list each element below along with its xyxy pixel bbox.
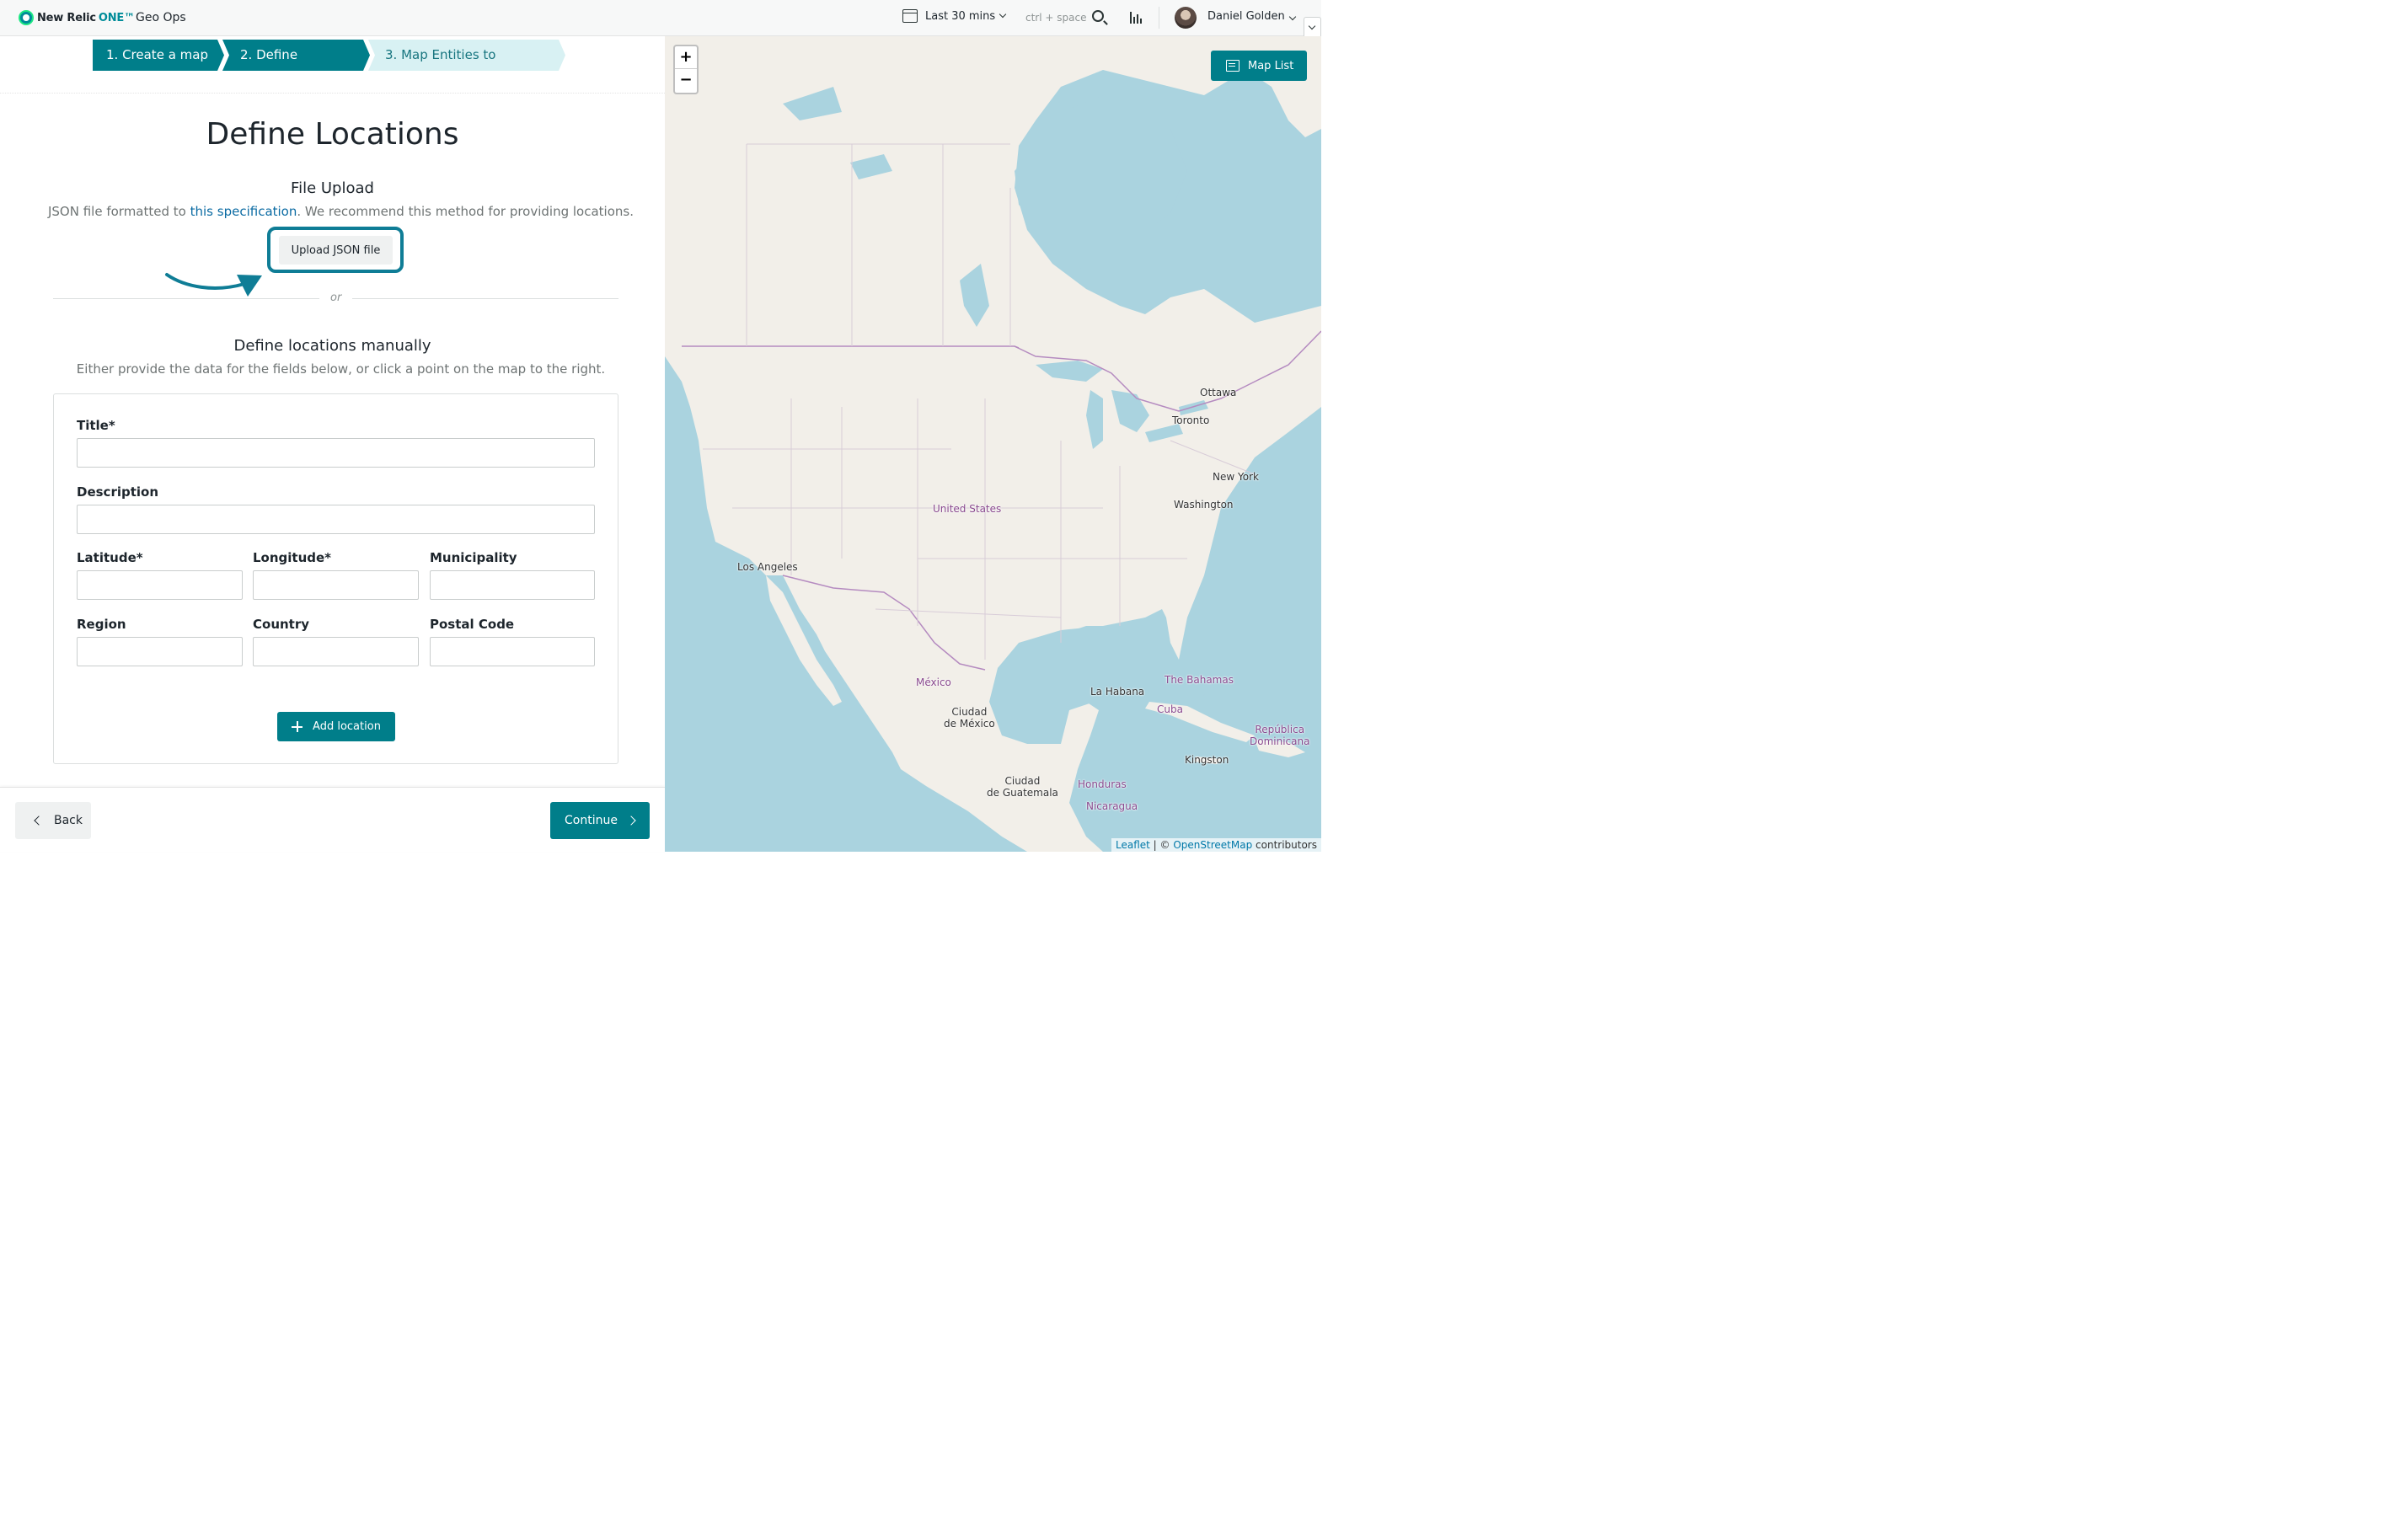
municipality-label: Municipality: [430, 550, 517, 565]
openstreetmap-link[interactable]: OpenStreetMap: [1173, 839, 1252, 851]
latitude-field[interactable]: [77, 570, 243, 600]
map-label-la-habana: La Habana: [1090, 686, 1145, 698]
map-label-ciudad-de-mexico: Ciudad de México: [944, 706, 995, 730]
map-label-ciudad-de-guatemala: Ciudad de Guatemala: [987, 775, 1058, 799]
chevron-down-icon: [999, 10, 1007, 19]
wizard-panel: 1. Create a map 2. Define Locations 3. M…: [0, 36, 665, 852]
longitude-label: Longitude*: [253, 550, 332, 565]
user-menu[interactable]: Daniel Golden: [1207, 10, 1296, 23]
zoom-in-button[interactable]: +: [675, 46, 697, 69]
map-label-united-states: United States: [933, 503, 1002, 515]
map-label-bahamas: The Bahamas: [1165, 674, 1234, 686]
chevron-down-icon: [1288, 13, 1296, 21]
map-attribution: Leaflet | © OpenStreetMap contributors: [1111, 838, 1321, 852]
list-icon: [1226, 60, 1240, 72]
plus-icon: [292, 721, 303, 732]
calendar-icon: [902, 9, 918, 23]
map-list-button[interactable]: Map List: [1211, 51, 1307, 81]
wizard-footer: Back Continue: [0, 787, 665, 852]
pointer-arrow-icon: [165, 273, 262, 297]
map-label-los-angeles: Los Angeles: [737, 561, 798, 573]
step-define-locations[interactable]: 2. Define Locations: [222, 40, 370, 71]
new-relic-logo-icon: [19, 10, 34, 25]
upload-json-button[interactable]: Upload JSON file: [279, 236, 393, 265]
postal-code-label: Postal Code: [430, 617, 515, 632]
top-nav-bar: New Relic ONE™ Geo Ops Last 30 mins ctrl …: [0, 0, 1321, 39]
add-location-button[interactable]: Add location: [277, 712, 395, 741]
file-upload-helper: JSON file formatted to this specificatio…: [47, 204, 634, 219]
specification-link[interactable]: this specification: [190, 204, 297, 219]
chevron-left-icon: [34, 815, 44, 826]
chevron-right-icon: [626, 815, 636, 826]
location-form: Title* Description Latitude* Longitude* …: [53, 393, 618, 764]
continue-label: Continue: [565, 814, 618, 827]
continue-button[interactable]: Continue: [550, 802, 650, 839]
map-label-nicaragua: Nicaragua: [1086, 800, 1138, 812]
postal-code-field[interactable]: [430, 637, 595, 666]
leaflet-link[interactable]: Leaflet: [1116, 839, 1150, 851]
country-field[interactable]: [253, 637, 419, 666]
map-label-ottawa: Ottawa: [1200, 387, 1237, 398]
map-label-republica-dominicana: República Dominicana: [1250, 724, 1310, 747]
back-button[interactable]: Back: [15, 802, 91, 839]
app-name: Geo Ops: [136, 11, 186, 24]
chart-builder-icon[interactable]: [1129, 10, 1144, 25]
municipality-field[interactable]: [430, 570, 595, 600]
wizard-steps: 1. Create a map 2. Define Locations 3. M…: [93, 40, 565, 71]
zoom-control: + −: [673, 45, 699, 94]
user-name: Daniel Golden: [1207, 10, 1285, 23]
manual-locations-helper: Either provide the data for the fields b…: [76, 361, 606, 377]
description-label: Description: [77, 484, 159, 500]
description-field[interactable]: [77, 505, 595, 534]
map-list-label: Map List: [1248, 59, 1294, 72]
new-relic-logo[interactable]: New Relic ONE™: [19, 10, 135, 25]
brand-one: ONE™: [98, 11, 135, 24]
brand-name: New Relic: [37, 11, 96, 24]
step-create-map[interactable]: 1. Create a map: [93, 40, 224, 71]
region-label: Region: [77, 617, 126, 632]
map-label-washington: Washington: [1174, 499, 1234, 511]
longitude-field[interactable]: [253, 570, 419, 600]
location-map[interactable]: + − Map List Ottawa Toronto New York Was…: [665, 36, 1321, 852]
map-label-honduras: Honduras: [1078, 778, 1127, 790]
or-label: or: [330, 291, 342, 304]
latitude-label: Latitude*: [77, 550, 143, 565]
step-map-entities[interactable]: 3. Map Entities to Locations: [368, 40, 565, 71]
page-title: Define Locations: [206, 117, 459, 152]
zoom-out-button[interactable]: −: [675, 69, 697, 92]
time-picker[interactable]: Last 30 mins: [902, 9, 1007, 23]
or-divider-left: [53, 298, 319, 299]
map-label-mexico: México: [916, 676, 951, 688]
search-icon[interactable]: [1092, 10, 1104, 22]
or-divider-right: [352, 298, 618, 299]
map-label-cuba: Cuba: [1157, 703, 1183, 715]
search-shortcut-hint: ctrl + space: [1025, 12, 1087, 24]
file-upload-heading: File Upload: [291, 179, 374, 197]
manual-locations-heading: Define locations manually: [233, 337, 431, 355]
title-label: Title*: [77, 418, 115, 433]
map-label-new-york: New York: [1213, 471, 1259, 483]
user-avatar[interactable]: [1175, 7, 1197, 29]
region-field[interactable]: [77, 637, 243, 666]
time-range-label: Last 30 mins: [925, 9, 996, 23]
map-label-toronto: Toronto: [1172, 414, 1210, 426]
back-label: Back: [54, 814, 83, 827]
title-field[interactable]: [77, 438, 595, 468]
add-location-label: Add location: [313, 720, 381, 733]
map-label-kingston: Kingston: [1185, 754, 1229, 766]
country-label: Country: [253, 617, 310, 632]
steps-divider: [0, 93, 665, 94]
